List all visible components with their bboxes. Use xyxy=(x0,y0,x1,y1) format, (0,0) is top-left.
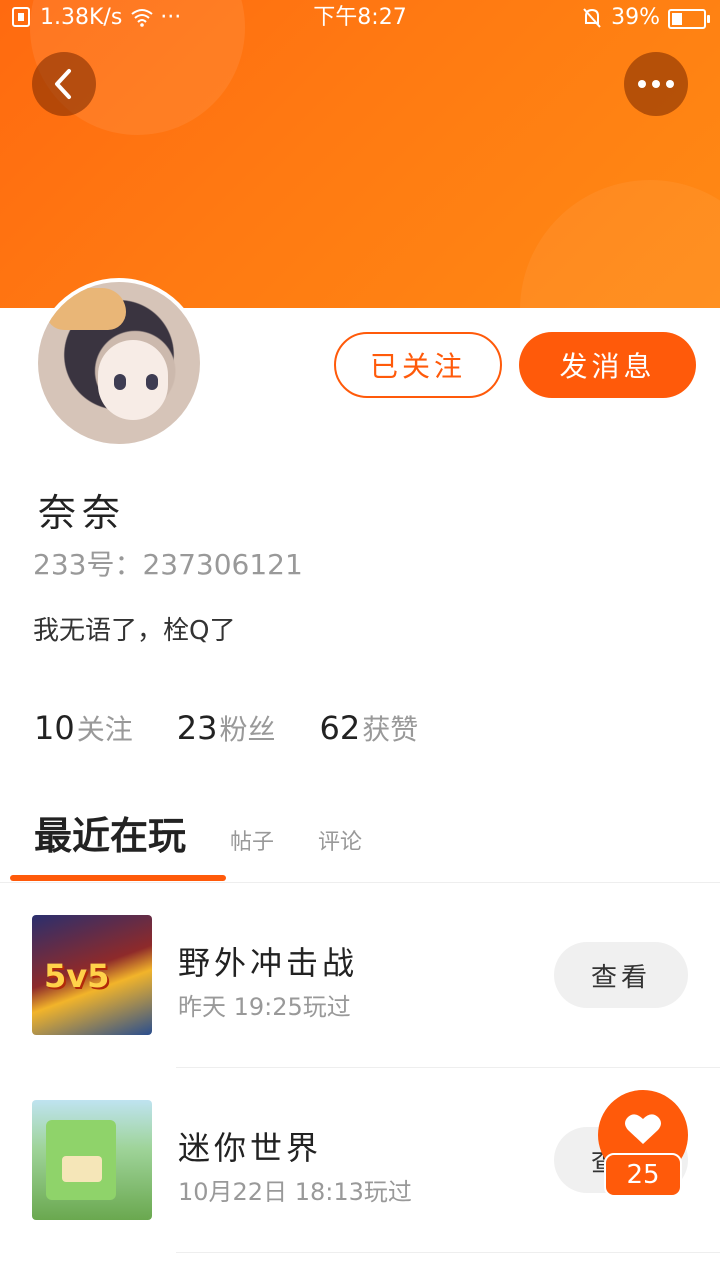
like-count-badge: 25 xyxy=(604,1153,682,1197)
more-button[interactable] xyxy=(624,52,688,116)
more-horizontal-icon xyxy=(638,80,674,88)
battery-icon xyxy=(668,9,710,29)
stat-label: 关注 xyxy=(76,713,133,746)
bio: 我无语了，栓Q了 xyxy=(33,616,236,646)
send-message-button[interactable]: 发消息 xyxy=(519,332,696,398)
avatar-image xyxy=(38,282,200,444)
profile-stats: 10 关注 23 粉丝 62 获赞 xyxy=(34,708,418,748)
game-thumbnail-text: 5v5 xyxy=(44,957,110,995)
stat-followers[interactable]: 23 粉丝 xyxy=(177,708,276,748)
back-button[interactable] xyxy=(32,52,96,116)
avatar-eye xyxy=(114,374,126,390)
status-right: 39% xyxy=(581,0,710,36)
game-played-time: 昨天 19:25玩过 xyxy=(178,993,351,1021)
tab-recently-played[interactable]: 最近在玩 xyxy=(34,805,186,860)
heart-icon xyxy=(625,1114,661,1144)
user-id: 233号：237306121 xyxy=(33,548,303,581)
avatar-eye xyxy=(146,374,158,390)
followed-button[interactable]: 已关注 xyxy=(334,332,502,398)
status-bar: 1.38K/s ··· 下午8:27 39% xyxy=(0,0,720,36)
game-thumbnail xyxy=(32,1100,152,1220)
game-played-time: 10月22日 18:13玩过 xyxy=(178,1178,412,1206)
divider xyxy=(176,1252,720,1253)
mute-bell-icon xyxy=(581,7,603,29)
game-list-item[interactable]: 5v5 野外冲击战 昨天 19:25玩过 查看 xyxy=(0,883,720,1068)
nickname: 奈奈 xyxy=(38,491,127,535)
stat-number: 23 xyxy=(176,709,218,747)
stat-likes[interactable]: 62 获赞 xyxy=(319,708,418,748)
game-thumbnail-character xyxy=(46,1120,116,1200)
header-decoration xyxy=(520,180,720,308)
avatar[interactable] xyxy=(34,278,204,448)
battery-percent: 39% xyxy=(611,5,660,30)
stat-number: 62 xyxy=(319,709,361,747)
tab-indicator xyxy=(10,875,226,881)
stat-following[interactable]: 10 关注 xyxy=(34,708,133,748)
stat-label: 获赞 xyxy=(362,713,419,746)
profile-header: 1.38K/s ··· 下午8:27 39% xyxy=(0,0,720,308)
tab-comments[interactable]: 评论 xyxy=(318,824,362,856)
game-thumbnail: 5v5 xyxy=(32,915,152,1035)
chevron-left-icon xyxy=(55,69,71,99)
content-tabs: 最近在玩 帖子 评论 xyxy=(34,805,406,860)
stat-label: 粉丝 xyxy=(219,713,276,746)
avatar-cat xyxy=(46,288,126,330)
game-title: 野外冲击战 xyxy=(178,944,359,982)
view-game-button[interactable]: 查看 xyxy=(554,942,688,1008)
tab-posts[interactable]: 帖子 xyxy=(230,824,274,856)
stat-number: 10 xyxy=(34,709,75,747)
game-title: 迷你世界 xyxy=(178,1129,323,1167)
